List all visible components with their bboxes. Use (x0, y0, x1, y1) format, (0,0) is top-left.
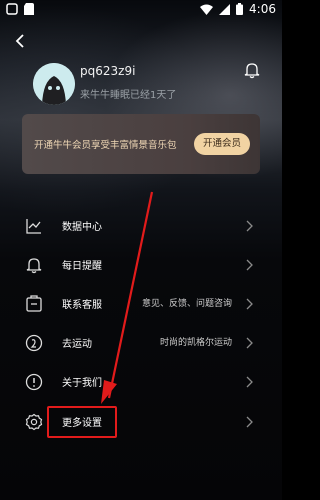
menu-item-label: 每日提醒 (62, 261, 102, 272)
vip-banner: 开通牛牛会员享受丰富情景音乐包 开通会员 (22, 114, 260, 174)
menu-item-label: 联系客服 (62, 300, 102, 311)
notification-bell-icon[interactable] (243, 61, 261, 79)
back-arrow-icon[interactable] (12, 33, 28, 49)
menu-item-label: 去运动 (62, 339, 92, 350)
service-icon (26, 295, 42, 312)
open-vip-button[interactable]: 开通会员 (194, 133, 250, 155)
battery-icon (236, 3, 244, 15)
menu-item-more-settings[interactable]: 更多设置 (0, 402, 282, 442)
chevron-right-icon (246, 376, 253, 388)
menu-item-customer-service[interactable]: 联系客服 意见、反馈、问题咨询 (0, 284, 282, 324)
username: pq623z9i (80, 64, 136, 78)
status-bar: 4:06 (0, 0, 282, 20)
info-icon (25, 373, 43, 391)
sd-card-icon (24, 3, 34, 15)
chevron-right-icon (246, 259, 253, 271)
bell-icon (26, 258, 42, 274)
menu-item-daily-reminder[interactable]: 每日提醒 (0, 245, 282, 285)
chevron-right-icon (246, 298, 253, 310)
menu-item-about-us[interactable]: 关于我们 (0, 362, 282, 402)
menu-item-info: 时尚的凯格尔运动 (159, 338, 232, 348)
chevron-right-icon (246, 220, 253, 232)
menu-item-exercise[interactable]: 去运动 时尚的凯格尔运动 (0, 323, 282, 363)
menu-item-info: 意见、反馈、问题咨询 (141, 299, 232, 309)
chevron-right-icon (246, 337, 253, 349)
menu-item-data-center[interactable]: 数据中心 (0, 206, 282, 246)
avatar-icon (33, 63, 75, 105)
chevron-right-icon (246, 416, 253, 428)
sleep-days-text: 来牛牛睡眠已经1天了 (80, 90, 177, 101)
annotation-highlight-box (47, 406, 117, 438)
status-time: 4:06 (249, 2, 276, 16)
wifi-icon (200, 4, 214, 15)
settings-icon (25, 413, 43, 431)
vip-promo-text: 开通牛牛会员享受丰富情景音乐包 (34, 140, 177, 151)
chart-icon (26, 219, 41, 234)
avatar[interactable] (33, 63, 75, 105)
menu-item-label: 数据中心 (62, 222, 102, 233)
exercise-icon (25, 334, 43, 352)
signal-icon (219, 3, 231, 15)
app-notification-icon (6, 3, 18, 15)
menu-item-label: 关于我们 (62, 378, 102, 389)
